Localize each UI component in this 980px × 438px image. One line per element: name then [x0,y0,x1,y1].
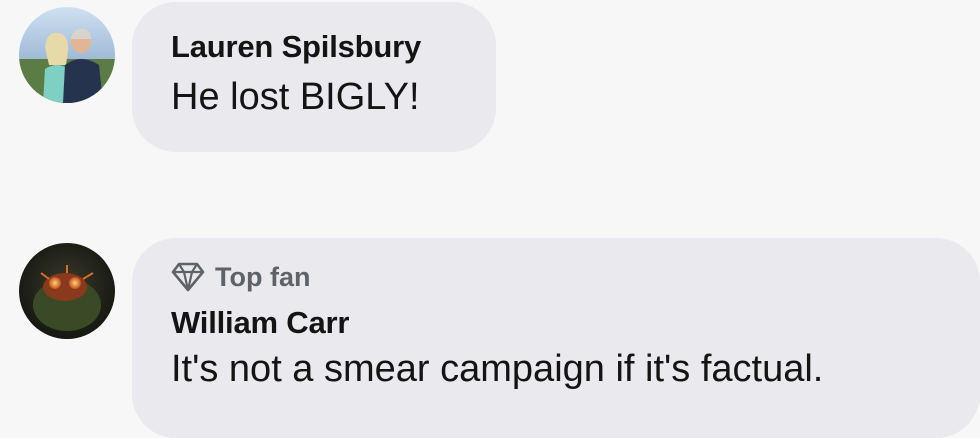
comment-author-name[interactable]: Lauren Spilsbury [171,29,496,65]
profile-photo [19,243,115,339]
badge-label: Top fan [215,262,311,292]
faded-background-text [176,168,187,210]
avatar[interactable] [19,7,115,103]
comment-text: He lost BIGLY! [171,76,420,118]
comment-bubble: Lauren Spilsbury He lost BIGLY! [132,2,496,152]
top-fan-badge[interactable]: Top fan [171,260,980,294]
comment-bubble: Top fan William Carr It's not a smear ca… [132,238,980,438]
profile-photo [19,7,115,103]
avatar[interactable] [19,243,115,339]
comment-author-name[interactable]: William Carr [171,305,980,341]
diamond-icon [171,262,205,292]
comment-text: It's not a smear campaign if it's factua… [171,348,824,390]
